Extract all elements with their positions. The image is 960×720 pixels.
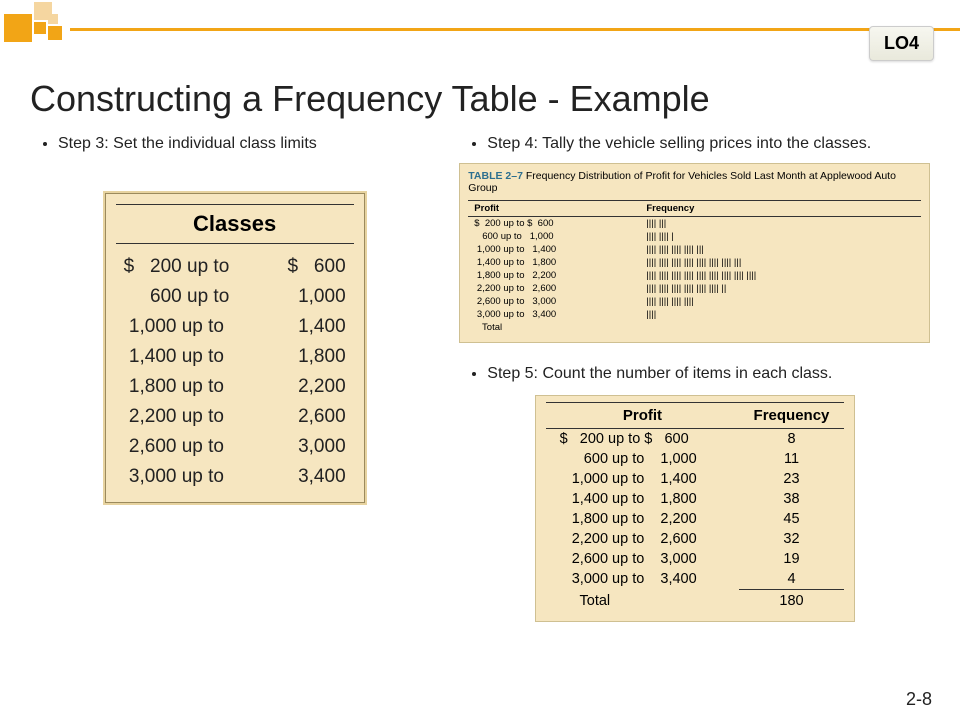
- left-column: Step 3: Set the individual class limits …: [30, 135, 439, 622]
- slide-title: Constructing a Frequency Table - Example: [30, 78, 710, 120]
- table-row: 1,000 up to 1,40023: [546, 469, 844, 489]
- table-row: 1,400 up to 1,80038: [546, 489, 844, 509]
- table-row: Total: [468, 321, 921, 334]
- table-row: 3,000 up to 3,400||||: [468, 308, 921, 321]
- classes-header: Classes: [116, 204, 354, 244]
- frequency-count-table: Profit Frequency $ 200 up to $ 6008 600 …: [535, 395, 855, 622]
- slide-decoration: [0, 0, 960, 40]
- col-profit: Profit: [546, 403, 740, 429]
- table-2-7-caption: TABLE 2–7 Frequency Distribution of Prof…: [468, 170, 921, 194]
- slide-content: Step 3: Set the individual class limits …: [30, 135, 930, 622]
- table-row: 1,800 up to 2,20045: [546, 509, 844, 529]
- table-row: 2,600 up to 3,000|||| |||| |||| ||||: [468, 295, 921, 308]
- table-2-7-label: TABLE 2–7: [468, 170, 523, 182]
- table-row: $ 200 up to $ 600|||| |||: [468, 217, 921, 231]
- page-number: 2-8: [906, 689, 932, 710]
- right-column: Step 4: Tally the vehicle selling prices…: [459, 135, 930, 622]
- table-row: 1,400 up to 1,800: [106, 342, 364, 372]
- table-row: 1,800 up to 2,200: [106, 372, 364, 402]
- table-row: 2,200 up to 2,600|||| |||| |||| |||| |||…: [468, 282, 921, 295]
- table-row: 2,600 up to 3,00019: [546, 549, 844, 569]
- table-row: 3,000 up to 3,400: [106, 462, 364, 492]
- step-5-text: Step 5: Count the number of items in eac…: [487, 365, 930, 383]
- col-frequency: Frequency: [739, 403, 843, 429]
- col-profit: Profit: [468, 201, 640, 217]
- table-2-7-caption-text: Frequency Distribution of Profit for Veh…: [468, 170, 896, 194]
- table-2-7: TABLE 2–7 Frequency Distribution of Prof…: [459, 163, 930, 343]
- step-4-text: Step 4: Tally the vehicle selling prices…: [487, 135, 930, 153]
- table-row: 2,200 up to 2,600: [106, 402, 364, 432]
- table-row: 600 up to 1,00011: [546, 449, 844, 469]
- step-3-text: Step 3: Set the individual class limits: [58, 135, 439, 153]
- table-row: 600 up to 1,000|||| |||| |: [468, 230, 921, 243]
- table-row: $ 200 up to $ 6008: [546, 429, 844, 450]
- col-frequency: Frequency: [640, 201, 921, 217]
- table-row: 1,400 up to 1,800|||| |||| |||| |||| |||…: [468, 256, 921, 269]
- learning-objective-badge: LO4: [869, 26, 934, 61]
- table-row: 1,800 up to 2,200|||| |||| |||| |||| |||…: [468, 269, 921, 282]
- table-row: 1,000 up to 1,400|||| |||| |||| |||| |||: [468, 243, 921, 256]
- total-row: Total180: [546, 590, 844, 612]
- table-row: 600 up to 1,000: [106, 282, 364, 312]
- classes-table: Classes $ 200 up to$ 600 600 up to 1,000…: [105, 193, 365, 503]
- table-row: 2,600 up to 3,000: [106, 432, 364, 462]
- table-row: 1,000 up to 1,400: [106, 312, 364, 342]
- table-row: $ 200 up to$ 600: [106, 252, 364, 282]
- table-row: 2,200 up to 2,60032: [546, 529, 844, 549]
- step-list-right-2: Step 5: Count the number of items in eac…: [459, 365, 930, 383]
- table-row: 3,000 up to 3,4004: [546, 569, 844, 590]
- step-list-left: Step 3: Set the individual class limits: [30, 135, 439, 153]
- step-list-right: Step 4: Tally the vehicle selling prices…: [459, 135, 930, 153]
